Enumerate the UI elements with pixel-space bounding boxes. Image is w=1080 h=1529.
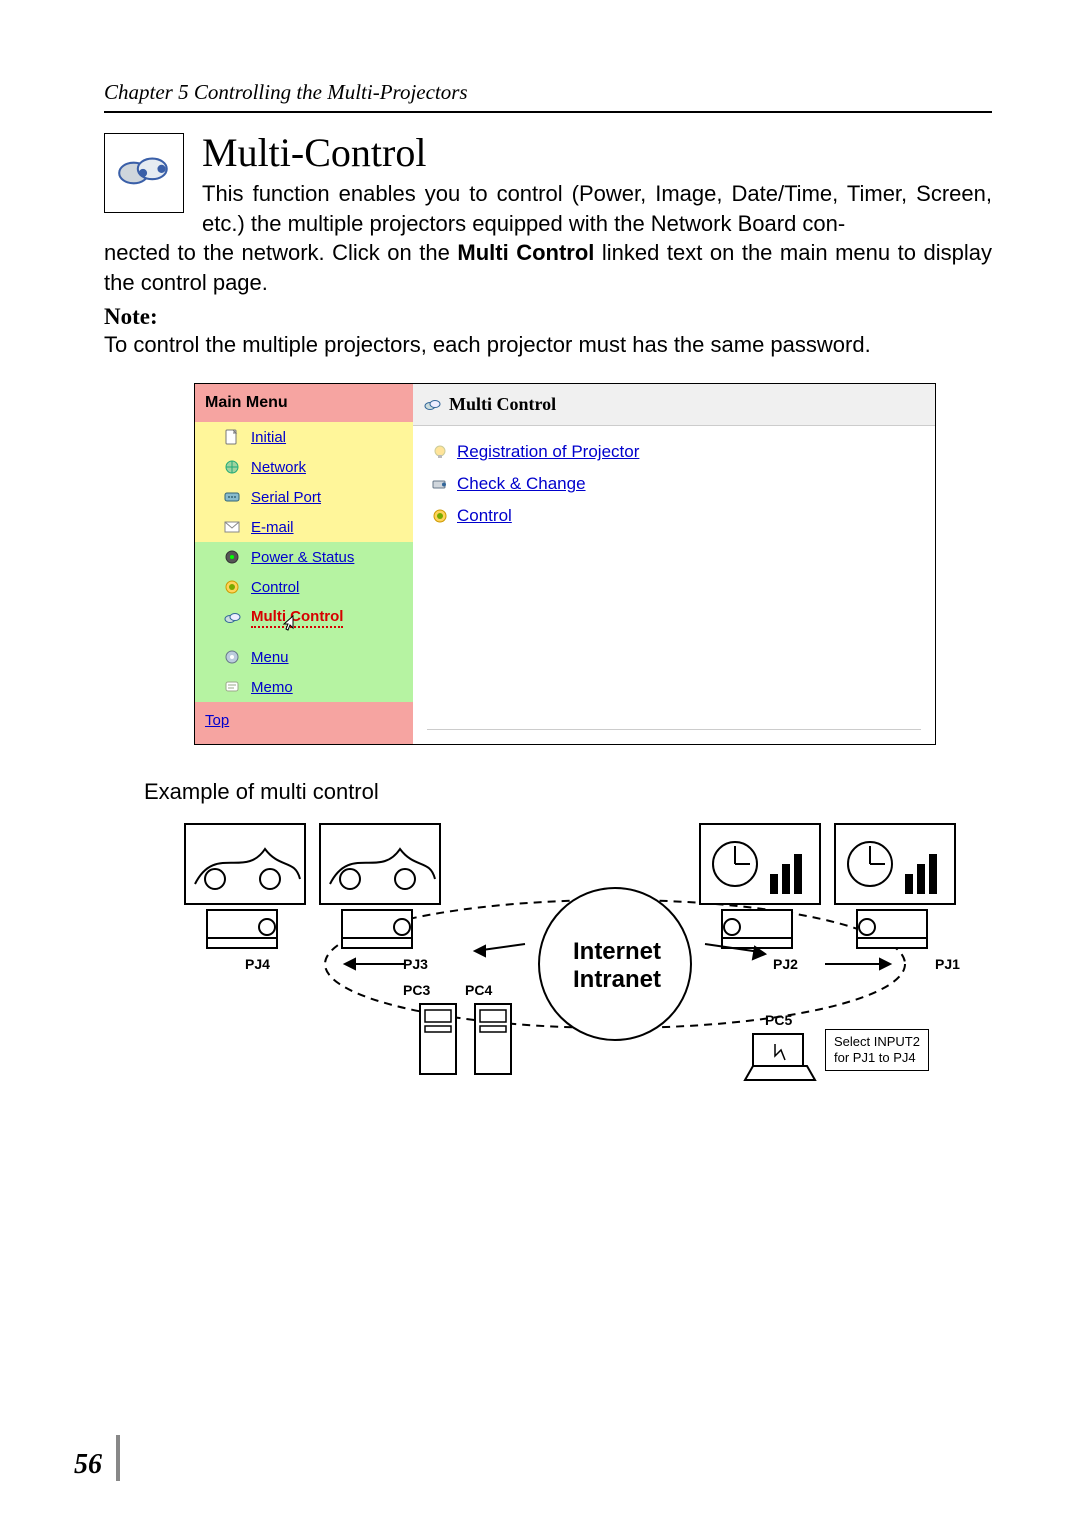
gear-icon — [223, 648, 241, 666]
main-menu-panel: Main Menu Initial Network — [195, 384, 413, 744]
link-registration[interactable]: Registration of Projector — [431, 436, 935, 468]
menu-item-network[interactable]: Network — [195, 452, 413, 482]
menu-link-initial[interactable]: Initial — [251, 429, 286, 446]
label-pc4: PC4 — [465, 982, 492, 998]
link-control-text[interactable]: Control — [457, 506, 512, 526]
link-check-change[interactable]: Check & Change — [431, 468, 935, 500]
menu-link-menu[interactable]: Menu — [251, 649, 289, 666]
power-icon — [223, 548, 241, 566]
callout-box: Select INPUT2for PJ1 to PJ4 — [825, 1029, 929, 1070]
menu-link-email[interactable]: E-mail — [251, 519, 294, 536]
serial-port-icon — [223, 488, 241, 506]
menu-item-memo[interactable]: Memo — [195, 672, 413, 702]
label-pc3: PC3 — [403, 982, 430, 998]
content-divider — [427, 729, 921, 730]
menu-link-power-status[interactable]: Power & Status — [251, 549, 354, 566]
menu-link-multi-control[interactable]: Multi Control — [251, 608, 343, 628]
menu-link-memo[interactable]: Memo — [251, 679, 293, 696]
menu-link-network[interactable]: Network — [251, 459, 306, 476]
section-intro-text: This function enables you to control (Po… — [202, 179, 992, 238]
ui-screenshot: Main Menu Initial Network — [194, 383, 936, 745]
label-pj1: PJ1 — [935, 956, 960, 972]
multi-control-section-icon — [104, 133, 184, 213]
link-control[interactable]: Control — [431, 500, 935, 532]
page-number: 56 — [74, 1435, 120, 1481]
chapter-header: Chapter 5 Controlling the Multi-Projecto… — [104, 80, 992, 113]
bulb-icon — [431, 443, 449, 461]
menu-link-control[interactable]: Control — [251, 579, 299, 596]
label-pj4: PJ4 — [245, 956, 270, 972]
memo-icon — [223, 678, 241, 696]
content-panel: Multi Control Registration of Projector … — [413, 384, 935, 744]
link-registration-text[interactable]: Registration of Projector — [457, 442, 639, 462]
label-pc5: PC5 — [765, 1012, 792, 1028]
control-icon — [223, 578, 241, 596]
network-diagram: PJ4 PJ3 PJ2 PJ1 PC3 PC4 PC5 InternetIntr… — [144, 813, 986, 1135]
content-title-bar: Multi Control — [413, 384, 935, 426]
label-pj2: PJ2 — [773, 956, 798, 972]
menu-item-email[interactable]: E-mail — [195, 512, 413, 542]
menu-item-initial[interactable]: Initial — [195, 422, 413, 452]
multi-control-icon — [423, 396, 441, 414]
section-intro-text-cont: nected to the network. Click on the Mult… — [104, 238, 992, 297]
network-icon — [223, 458, 241, 476]
note-label: Note: — [104, 304, 992, 330]
page-icon — [223, 428, 241, 446]
control-icon — [431, 507, 449, 525]
note-text: To control the multiple projectors, each… — [104, 330, 992, 360]
main-menu-title: Main Menu — [195, 384, 413, 422]
multi-control-icon — [223, 609, 241, 627]
projector-icon — [431, 475, 449, 493]
menu-item-menu[interactable]: Menu — [195, 642, 413, 672]
link-check-change-text[interactable]: Check & Change — [457, 474, 586, 494]
content-title: Multi Control — [449, 394, 556, 415]
top-link[interactable]: Top — [205, 712, 229, 729]
menu-item-serial-port[interactable]: Serial Port — [195, 482, 413, 512]
email-icon — [223, 518, 241, 536]
menu-item-multi-control[interactable]: Multi Control — [195, 602, 413, 628]
menu-item-power-status[interactable]: Power & Status — [195, 542, 413, 572]
network-center-label: InternetIntranet — [537, 938, 697, 993]
section-title: Multi-Control — [202, 133, 992, 173]
example-caption: Example of multi control — [144, 779, 992, 805]
menu-link-serial-port[interactable]: Serial Port — [251, 489, 321, 506]
cursor-icon — [277, 614, 297, 639]
menu-item-control[interactable]: Control — [195, 572, 413, 602]
label-pj3: PJ3 — [403, 956, 428, 972]
